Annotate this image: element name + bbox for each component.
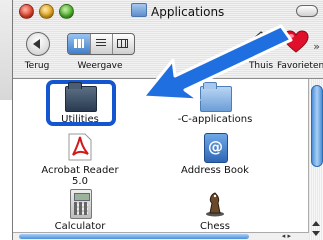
applications-folder-icon: [131, 3, 147, 17]
file-item-c-applications[interactable]: -C-applications: [165, 80, 265, 125]
file-item-icon: [199, 131, 231, 163]
file-item-icon: [64, 131, 96, 163]
file-item-icon: [199, 80, 232, 112]
window-title: Applications: [131, 3, 224, 19]
title-bar[interactable]: Applications: [13, 0, 323, 22]
folder-dark-icon: [65, 82, 97, 112]
file-icon-view: Utilities -C-applications Acrobat Reader…: [13, 79, 308, 234]
favorites-heart-icon[interactable]: [283, 30, 309, 54]
file-item-label: Utilities: [61, 114, 99, 125]
file-item-label: Calculator: [54, 221, 106, 232]
file-item-label: Acrobat Reader 5.0: [41, 165, 119, 187]
file-item-calculator[interactable]: Calculator: [30, 187, 130, 232]
file-item-icon: [64, 80, 97, 112]
column-view-icon: [117, 39, 128, 48]
favorites-label[interactable]: Favorieten: [277, 61, 323, 71]
toolbar-toggle-button[interactable]: [296, 5, 318, 17]
toolbar-overflow-chevron-icon[interactable]: »: [313, 40, 320, 53]
finder-window: Applications Terug Weergave puter Thuis …: [12, 0, 323, 240]
home-label[interactable]: Thuis: [243, 61, 279, 71]
minimize-button[interactable]: [39, 4, 54, 19]
file-item-acrobat-reader[interactable]: Acrobat Reader 5.0: [30, 131, 130, 187]
list-view-icon: [96, 39, 106, 48]
address-book-icon: [204, 133, 228, 163]
back-button[interactable]: [26, 32, 50, 56]
file-item-label: Address Book: [181, 165, 249, 176]
acrobat-icon: [68, 133, 92, 161]
scroll-left-right-arrows-icon[interactable]: ◂ ▸: [282, 232, 291, 240]
computer-label[interactable]: puter: [198, 61, 238, 71]
window-title-text: Applications: [151, 5, 225, 19]
folder-icon: [200, 82, 232, 112]
file-item-label: -C-applications: [177, 114, 253, 125]
vertical-scroll-thumb[interactable]: [311, 85, 323, 167]
close-button[interactable]: [19, 4, 34, 19]
horizontal-scroll-thumb[interactable]: [19, 234, 249, 239]
view-selector[interactable]: [67, 33, 135, 55]
view-label: Weergave: [77, 61, 123, 71]
icon-view-icon: [74, 39, 84, 48]
file-item-address-book[interactable]: Address Book: [165, 131, 265, 176]
icon-view-button[interactable]: [68, 34, 91, 54]
calculator-icon: [70, 189, 92, 219]
file-item-icon: [64, 187, 96, 219]
file-item-icon: [199, 187, 231, 219]
list-view-button[interactable]: [90, 34, 113, 54]
file-item-label: Chess: [200, 221, 230, 232]
zoom-button[interactable]: [59, 4, 74, 19]
vertical-scrollbar[interactable]: [308, 79, 323, 240]
scroll-down-arrow-icon[interactable]: [312, 231, 320, 236]
file-item-chess[interactable]: Chess: [165, 187, 265, 232]
scroll-up-arrow-icon[interactable]: [312, 221, 320, 226]
home-icon[interactable]: [250, 30, 272, 52]
back-label: Terug: [24, 61, 50, 71]
chess-icon: [206, 192, 224, 217]
toolbar: Terug Weergave puter Thuis Favorieten »: [13, 22, 323, 79]
horizontal-scrollbar[interactable]: ◂ ▸: [13, 232, 309, 240]
column-view-button[interactable]: [112, 34, 134, 54]
file-item-utilities[interactable]: Utilities: [30, 80, 130, 125]
